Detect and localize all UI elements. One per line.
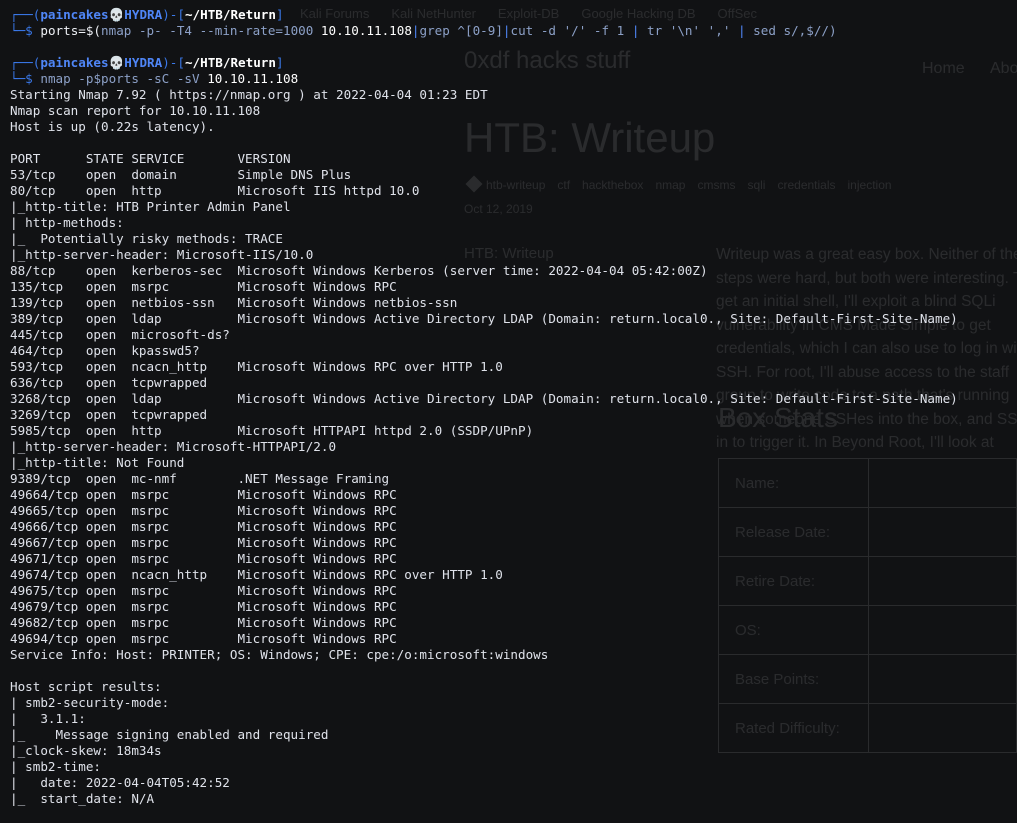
output-line: 49675/tcp open msrpc Microsoft Windows R… [10,583,397,598]
output-line: Nmap scan report for 10.10.11.108 [10,103,261,118]
output-line: 636/tcp open tcpwrapped [10,375,208,390]
output-line: Service Info: Host: PRINTER; OS: Windows… [10,647,549,662]
output-line: 135/tcp open msrpc Microsoft Windows RPC [10,279,397,294]
output-line: |_http-server-header: Microsoft-HTTPAPI/… [10,439,337,454]
output-line: |_ start_date: N/A [10,791,155,806]
terminal-window[interactable]: ┌──(paincakes💀HYDRA)-[~/HTB/Return] └─$ … [0,0,1017,823]
output-line: 3268/tcp open ldap Microsoft Windows Act… [10,391,958,406]
output-line: |_http-server-header: Microsoft-IIS/10.0 [10,247,314,262]
output-line: 593/tcp open ncacn_http Microsoft Window… [10,359,503,374]
output-line: Host script results: [10,679,162,694]
output-line: |_clock-skew: 18m34s [10,743,162,758]
output-line: 9389/tcp open mc-nmf .NET Message Framin… [10,471,390,486]
output-line: |_http-title: Not Found [10,455,185,470]
output-line: 53/tcp open domain Simple DNS Plus [10,167,352,182]
output-line: | date: 2022-04-04T05:42:52 [10,775,230,790]
prompt-path: ~/HTB/Return [184,55,276,70]
prompt-dollar: $ [25,23,33,38]
output-line: 5985/tcp open http Microsoft HTTPAPI htt… [10,423,534,438]
output-line: PORT STATE SERVICE VERSION [10,151,291,166]
output-line: | 3.1.1: [10,711,86,726]
output-line: 49665/tcp open msrpc Microsoft Windows R… [10,503,397,518]
output-line: 49667/tcp open msrpc Microsoft Windows R… [10,535,397,550]
output-line: 49671/tcp open msrpc Microsoft Windows R… [10,551,397,566]
output-line: 49664/tcp open msrpc Microsoft Windows R… [10,487,397,502]
output-line: Starting Nmap 7.92 ( https://nmap.org ) … [10,87,488,102]
prompt-line: ┌──(paincakes💀HYDRA)-[~/HTB/Return] [10,55,284,70]
prompt-host: HYDRA [124,55,163,70]
prompt-dollar: $ [25,71,33,86]
prompt-path: ~/HTB/Return [184,7,276,22]
skull-icon: 💀 [108,7,125,22]
output-line: 80/tcp open http Microsoft IIS httpd 10.… [10,183,420,198]
output-line: 445/tcp open microsoft-ds? [10,327,230,342]
command-line[interactable]: └─$ nmap -p$ports -sC -sV 10.10.11.108 [10,71,298,87]
prompt-user: paincakes [40,7,109,22]
prompt-host: HYDRA [124,7,163,22]
output-line: 49674/tcp open ncacn_http Microsoft Wind… [10,567,503,582]
output-line: 389/tcp open ldap Microsoft Windows Acti… [10,311,958,326]
output-line: 49694/tcp open msrpc Microsoft Windows R… [10,631,397,646]
output-line: Host is up (0.22s latency). [10,119,215,134]
prompt-user: paincakes [40,55,109,70]
output-line: 139/tcp open netbios-ssn Microsoft Windo… [10,295,458,310]
output-line: |_http-title: HTB Printer Admin Panel [10,199,291,214]
prompt-line: ┌──(paincakes💀HYDRA)-[~/HTB/Return] [10,7,284,22]
output-line: 464/tcp open kpasswd5? [10,343,200,358]
output-line: |_ Potentially risky methods: TRACE [10,231,283,246]
output-line: | smb2-security-mode: [10,695,170,710]
skull-icon: 💀 [108,55,125,70]
output-line: | smb2-time: [10,759,101,774]
command-line[interactable]: └─$ ports=$(nmap -p- -T4 --min-rate=1000… [10,23,837,39]
output-line: 49682/tcp open msrpc Microsoft Windows R… [10,615,397,630]
output-line: 88/tcp open kerberos-sec Microsoft Windo… [10,263,708,278]
output-line: |_ Message signing enabled and required [10,727,329,742]
output-line: | http-methods: [10,215,124,230]
output-line: 3269/tcp open tcpwrapped [10,407,208,422]
output-line: 49679/tcp open msrpc Microsoft Windows R… [10,599,397,614]
output-line: 49666/tcp open msrpc Microsoft Windows R… [10,519,397,534]
